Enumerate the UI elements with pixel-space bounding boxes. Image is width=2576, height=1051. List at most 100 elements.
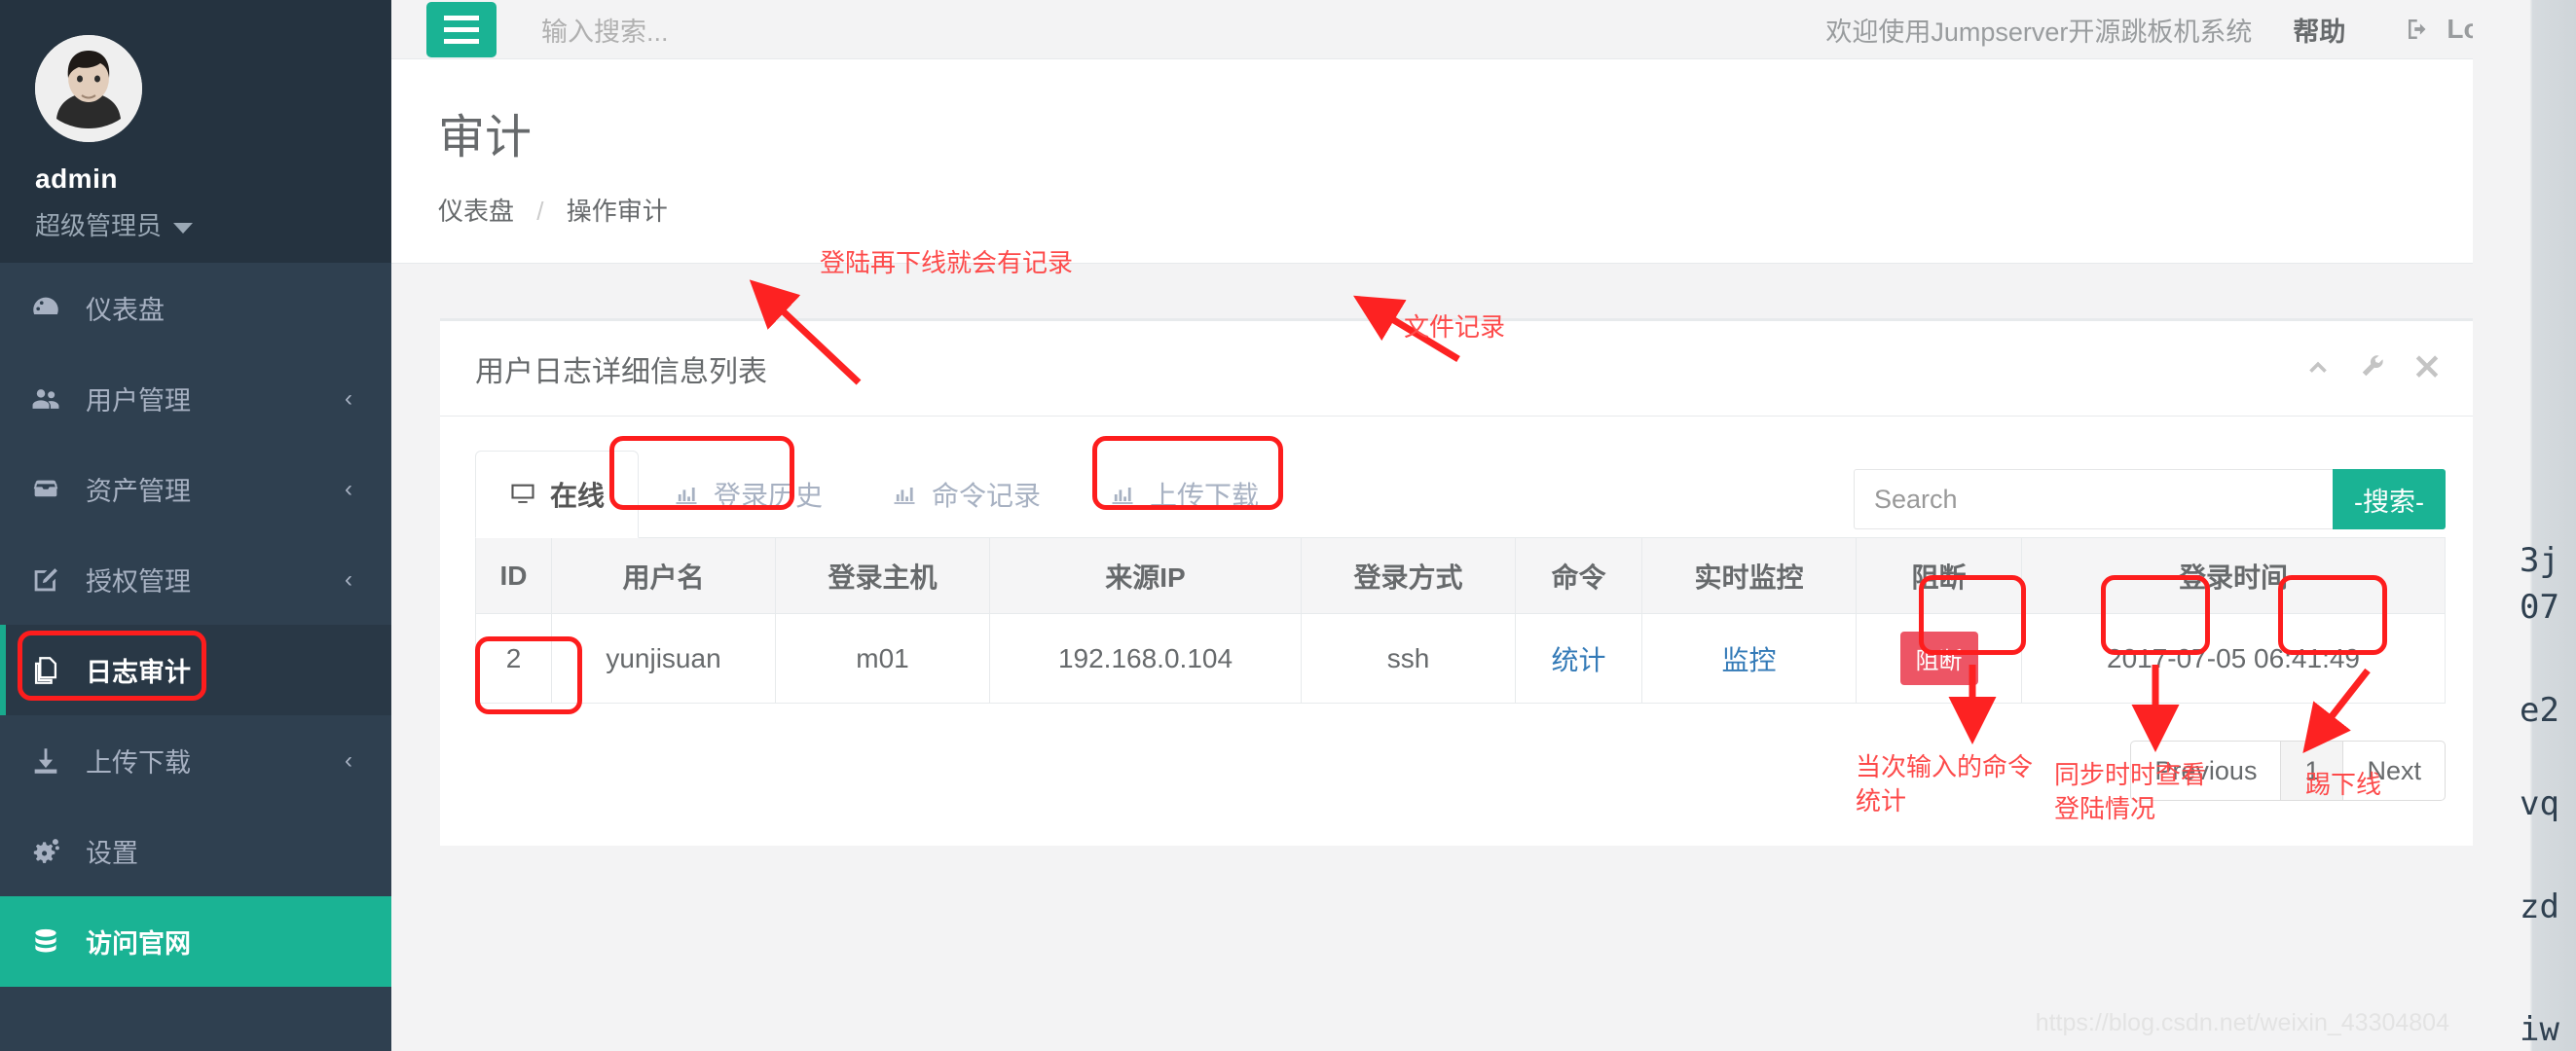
tab-label: 上传下载 [1150, 481, 1260, 511]
tab-label: 在线 [550, 481, 606, 511]
edge-fragment: iw [2520, 1010, 2559, 1049]
tab-label: 登录历史 [714, 481, 824, 511]
sidebar-item-label: 资产管理 [86, 477, 191, 506]
edge-fragment: 07 [2520, 588, 2559, 627]
block-button[interactable]: 阻断 [1899, 632, 1978, 685]
user-avatar-icon [35, 35, 142, 142]
col-monitor: 实时监控 [1641, 537, 1857, 614]
tabs: 在线 登录历史 命令记录 上传下载 Search -搜索- [475, 450, 2446, 538]
annotation-login-record: 登陆再下线就会有记录 [820, 248, 1074, 277]
search-button[interactable]: -搜索- [2333, 469, 2446, 529]
profile-role-label: 超级管理员 [35, 211, 163, 240]
chevron-left-icon: ‹ [345, 746, 352, 774]
sidebar-item-settings[interactable]: 设置 [0, 806, 391, 896]
chevron-up-icon[interactable] [2303, 351, 2333, 385]
sidebar-profile: admin 超级管理员 [0, 0, 391, 263]
cell-username: yunjisuan [551, 613, 776, 704]
sidebar-item-dashboard[interactable]: 仪表盘 [0, 263, 391, 353]
col-source-ip: 来源IP [989, 537, 1302, 614]
tab-upload-download[interactable]: 上传下载 [1075, 451, 1293, 538]
annotation-kick-offline: 踢下线 [2305, 770, 2382, 799]
profile-username: admin [35, 163, 118, 194]
panel-title: 用户日志详细信息列表 [475, 355, 767, 388]
bar-chart-icon [894, 488, 915, 504]
tab-online[interactable]: 在线 [475, 451, 640, 538]
annotation-realtime-monitor: 同步时时查看 登陆情况 [2054, 760, 2207, 824]
cell-source-ip: 192.168.0.104 [989, 613, 1302, 704]
command-stats-link[interactable]: 统计 [1551, 645, 1605, 675]
sidebar-item-permission-management[interactable]: 授权管理 ‹ [0, 534, 391, 625]
bar-chart-icon [1112, 488, 1133, 504]
chevron-down-icon [173, 222, 194, 234]
sidebar-item-label: 仪表盘 [86, 296, 165, 325]
breadcrumb-current: 操作审计 [566, 197, 668, 226]
sign-out-icon [2409, 19, 2426, 39]
top-search-input[interactable]: 输入搜索... [541, 11, 669, 49]
download-icon [29, 744, 78, 778]
sidebar: admin 超级管理员 仪表盘 用户管理 ‹ 资产管理 ‹ 授权管理 ‹ 日志审… [0, 0, 391, 1051]
watermark: https://blog.csdn.net/weixin_43304804 [2035, 1009, 2449, 1036]
table-row[interactable]: 2 yunjisuan m01 192.168.0.104 ssh 统计 监控 [475, 613, 2446, 704]
breadcrumb-root[interactable]: 仪表盘 [438, 197, 514, 226]
breadcrumb: 仪表盘 / 操作审计 [438, 192, 2576, 228]
cell-command: 统计 [1515, 613, 1642, 704]
wrench-icon[interactable] [2358, 351, 2387, 385]
sidebar-item-log-audit[interactable]: 日志审计 [0, 625, 391, 715]
chevron-left-icon: ‹ [345, 565, 352, 593]
users-icon [29, 382, 78, 416]
help-link[interactable]: 帮助 [2293, 11, 2345, 49]
chevron-left-icon: ‹ [345, 384, 352, 412]
close-icon[interactable] [2412, 351, 2442, 385]
tab-command-records[interactable]: 命令记录 [857, 451, 1075, 538]
col-host: 登录主机 [775, 537, 990, 614]
cell-login-time: 2017-07-05 06:41:49 [2021, 613, 2446, 704]
sidebar-item-upload-download[interactable]: 上传下载 ‹ [0, 715, 391, 806]
table-header-row: ID 用户名 登录主机 来源IP 登录方式 命令 实时监控 阻断 登录时间 [475, 537, 2446, 614]
col-command: 命令 [1515, 537, 1642, 614]
chevron-left-icon: ‹ [345, 475, 352, 502]
col-id: ID [475, 537, 552, 614]
monitor-link[interactable]: 监控 [1721, 645, 1776, 675]
table-search: -搜索- [1854, 469, 2446, 529]
panel-tools [2303, 351, 2442, 385]
sidebar-item-user-management[interactable]: 用户管理 ‹ [0, 353, 391, 444]
page-header: 审计 仪表盘 / 操作审计 [391, 59, 2576, 264]
sidebar-nav: 仪表盘 用户管理 ‹ 资产管理 ‹ 授权管理 ‹ 日志审计 上传下载 ‹ 设置 … [0, 263, 391, 987]
cell-block: 阻断 [1856, 613, 2022, 704]
annotation-command-stats: 当次输入的命令 统计 [1856, 752, 2034, 816]
app-root: admin 超级管理员 仪表盘 用户管理 ‹ 资产管理 ‹ 授权管理 ‹ 日志审… [0, 0, 2576, 1051]
tab-login-history[interactable]: 登录历史 [639, 451, 857, 538]
cell-id: 2 [475, 613, 552, 704]
col-login-time: 登录时间 [2021, 537, 2446, 614]
sidebar-item-label: 用户管理 [86, 386, 191, 416]
gears-icon [29, 835, 78, 868]
edit-icon [29, 563, 78, 597]
sidebar-item-asset-management[interactable]: 资产管理 ‹ [0, 444, 391, 534]
cell-host: m01 [775, 613, 990, 704]
bar-chart-icon [676, 488, 697, 504]
hamburger-icon[interactable] [426, 1, 497, 57]
inbox-icon [29, 473, 78, 506]
right-edge-strip: 3j 07 e2 vq zd iw [2473, 0, 2576, 1051]
profile-role[interactable]: 超级管理员 [35, 206, 391, 242]
welcome-message: 欢迎使用Jumpserver开源跳板机系统 [1825, 17, 2253, 47]
edge-fragment: zd [2520, 888, 2559, 926]
audit-table: ID 用户名 登录主机 来源IP 登录方式 命令 实时监控 阻断 登录时间 2 … [475, 537, 2446, 704]
table-header: ID 用户名 登录主机 来源IP 登录方式 命令 实时监控 阻断 登录时间 [475, 537, 2446, 614]
search-input[interactable] [1854, 469, 2334, 529]
dashboard-icon [29, 292, 78, 325]
avatar[interactable] [35, 35, 142, 142]
page-title: 审计 [438, 112, 533, 163]
col-login-type: 登录方式 [1301, 537, 1516, 614]
sidebar-item-official-site[interactable]: 访问官网 [0, 896, 391, 987]
sidebar-item-label: 日志审计 [86, 658, 191, 687]
tab-label: 命令记录 [932, 481, 1042, 511]
edge-fragment: 3j [2520, 541, 2559, 580]
sidebar-item-label: 授权管理 [86, 567, 191, 597]
main-content: 用户日志详细信息列表 在线 登录历史 命令记录 上传下载 Search -搜索-… [391, 248, 2576, 1051]
annotation-file-record: 文件记录 [1404, 312, 1506, 342]
sidebar-item-label: 上传下载 [86, 748, 191, 778]
sidebar-item-label: 设置 [86, 839, 138, 868]
table-body: 2 yunjisuan m01 192.168.0.104 ssh 统计 监控 [475, 613, 2446, 704]
copy-icon [29, 654, 78, 687]
